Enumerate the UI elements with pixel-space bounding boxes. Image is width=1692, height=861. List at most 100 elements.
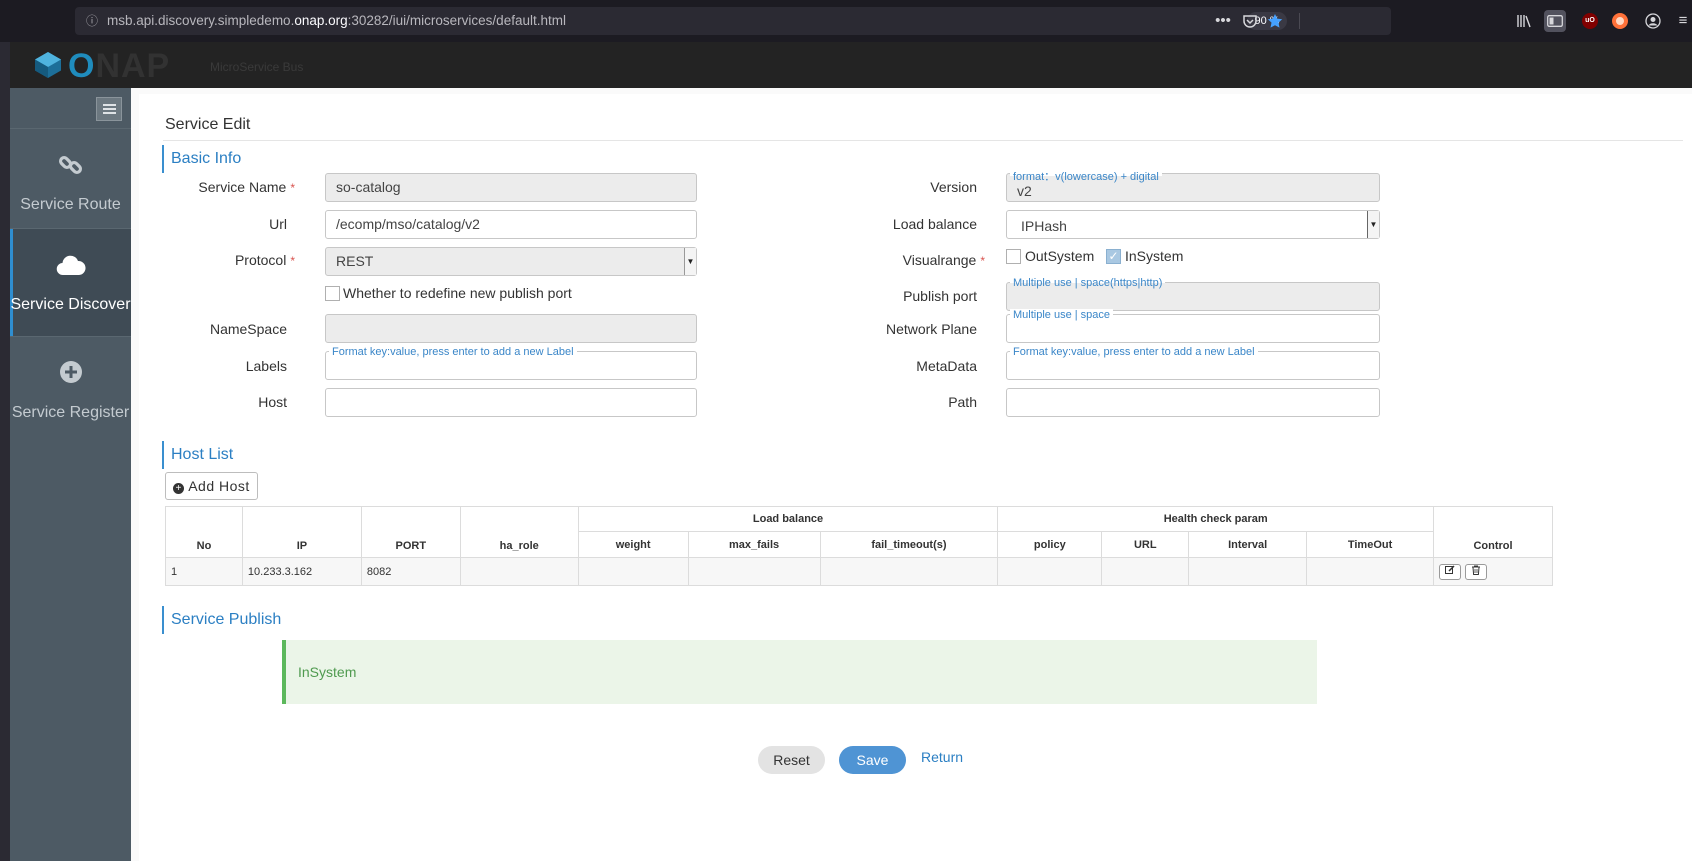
chevron-down-icon: ▼ <box>1367 211 1379 238</box>
main-content: Service Edit Basic Info Service Name * Ur… <box>131 88 1692 861</box>
network-plane-label: Network Plane <box>885 321 977 337</box>
cell-policy <box>997 557 1103 586</box>
logo-text: ONAP <box>68 47 171 85</box>
column-header-fail-timeout: fail_timeout(s) <box>819 531 999 558</box>
metadata-hint: Format key:value, press enter to add a n… <box>1010 346 1258 358</box>
outsystem-label: OutSystem <box>1025 248 1095 264</box>
host-label: Host <box>258 394 287 410</box>
service-name-input[interactable]: so-catalog <box>325 173 697 202</box>
protocol-select[interactable]: REST ▼ <box>325 247 697 276</box>
more-actions-icon[interactable]: ••• <box>1213 7 1233 35</box>
chevron-down-icon: ▼ <box>684 248 696 275</box>
browser-toolbar: ⓘ msb.api.discovery.simpledemo.onap.org:… <box>0 0 1692 42</box>
table-row: 1 10.233.3.162 8082 <box>165 557 1553 586</box>
divider <box>163 140 1683 141</box>
sidebar-item-service-discover[interactable]: Service Discover <box>10 229 131 336</box>
cell-interval <box>1188 557 1308 586</box>
cell-weight <box>577 557 689 586</box>
sidebar-toggle-icon[interactable] <box>1544 10 1566 32</box>
load-balance-selected-value: IPHash <box>1021 218 1067 234</box>
column-header-port: PORT <box>360 506 461 558</box>
cell-no: 1 <box>165 557 243 586</box>
extension-icon[interactable] <box>1612 13 1628 29</box>
onap-cube-icon <box>35 52 61 78</box>
save-button[interactable]: Save <box>839 746 906 774</box>
column-header-control: Control <box>1433 506 1553 558</box>
insystem-checkbox[interactable]: ✓ <box>1106 249 1121 264</box>
group-header-health-check: Health check param <box>997 506 1435 532</box>
cell-fail-timeout <box>819 557 999 586</box>
cell-max-fails <box>687 557 821 586</box>
column-header-url: URL <box>1101 531 1190 558</box>
column-header-ip: IP <box>241 506 362 558</box>
path-label: Path <box>948 394 977 410</box>
sidebar-collapse-button[interactable] <box>96 97 122 121</box>
column-header-interval: Interval <box>1188 531 1308 558</box>
plus-circle-icon: + <box>173 483 185 494</box>
host-table: No IP PORT ha_role Load balance Health c… <box>165 506 1553 586</box>
link-icon <box>10 151 131 183</box>
column-header-ha-role: ha_role <box>459 506 579 558</box>
delete-host-button[interactable] <box>1465 563 1488 580</box>
pocket-icon[interactable] <box>1240 7 1260 35</box>
library-icon[interactable] <box>1513 10 1535 32</box>
column-header-max-fails: max_fails <box>687 531 821 558</box>
site-info-icon[interactable]: ⓘ <box>85 7 99 35</box>
required-marker: * <box>290 254 295 268</box>
service-edit-panel: Service Edit Basic Info Service Name * Ur… <box>139 94 1692 861</box>
visualrange-label: Visualrange * <box>902 252 985 268</box>
host-input[interactable] <box>325 388 697 417</box>
section-title-service-publish: Service Publish <box>162 606 281 634</box>
edit-icon <box>1445 564 1455 574</box>
section-title-basic-info: Basic Info <box>162 145 241 173</box>
column-header-policy: policy <box>997 531 1103 558</box>
insystem-label: InSystem <box>1125 248 1184 264</box>
edit-host-button[interactable] <box>1439 563 1462 580</box>
ublock-icon[interactable]: uO <box>1582 13 1598 29</box>
redefine-port-checkbox[interactable] <box>325 286 340 301</box>
network-plane-hint: Multiple use | space <box>1010 309 1114 321</box>
sidebar: Service Route Service Discover Service R… <box>10 88 131 861</box>
return-link[interactable]: Return <box>921 746 963 774</box>
version-label: Version <box>930 179 977 195</box>
sidebar-item-label: Service Discover <box>10 296 131 313</box>
sidebar-item-label: Service Register <box>11 404 130 421</box>
add-host-button[interactable]: + Add Host <box>165 472 258 500</box>
cell-control <box>1433 557 1553 586</box>
namespace-input[interactable] <box>325 314 697 343</box>
sidebar-item-service-register[interactable]: Service Register <box>10 337 131 450</box>
app-subtitle: MicroService Bus <box>210 60 304 74</box>
group-header-load-balance: Load balance <box>577 506 999 532</box>
column-header-no: No <box>165 506 243 558</box>
section-title-host-list: Host List <box>162 441 233 469</box>
service-publish-status: InSystem <box>282 640 1317 704</box>
required-marker: * <box>980 254 985 268</box>
service-name-label: Service Name * <box>198 179 295 195</box>
reset-button[interactable]: Reset <box>758 746 825 774</box>
account-icon[interactable] <box>1642 10 1664 32</box>
publish-port-hint: Multiple use | space(https|http) <box>1010 277 1166 289</box>
cell-port: 8082 <box>360 557 461 586</box>
cell-timeout <box>1306 557 1435 586</box>
publish-port-label: Publish port <box>903 288 977 304</box>
url-text[interactable]: msb.api.discovery.simpledemo.onap.org:30… <box>107 7 566 35</box>
column-header-timeout: TimeOut <box>1306 531 1435 558</box>
protocol-label: Protocol * <box>234 252 295 268</box>
bookmark-star-icon[interactable] <box>1265 7 1285 35</box>
load-balance-label: Load balance <box>892 216 977 232</box>
outsystem-checkbox[interactable] <box>1006 249 1021 264</box>
sidebar-item-service-route[interactable]: Service Route <box>10 129 131 242</box>
address-bar[interactable]: ⓘ msb.api.discovery.simpledemo.onap.org:… <box>75 7 1391 35</box>
url-label: Url <box>269 216 287 232</box>
divider <box>1299 13 1300 29</box>
page-title: Service Edit <box>165 116 251 133</box>
load-balance-select[interactable]: IPHash ▼ <box>1006 210 1380 239</box>
menu-icon[interactable]: ≡ <box>1672 10 1692 32</box>
redefine-port-label: Whether to redefine new publish port <box>343 285 572 301</box>
sidebar-item-label: Service Route <box>20 196 121 213</box>
app-header: ONAP MicroService Bus <box>10 42 1692 88</box>
namespace-label: NameSpace <box>209 321 287 337</box>
cell-url <box>1101 557 1190 586</box>
path-input[interactable] <box>1006 388 1380 417</box>
url-input[interactable]: /ecomp/mso/catalog/v2 <box>325 210 697 239</box>
